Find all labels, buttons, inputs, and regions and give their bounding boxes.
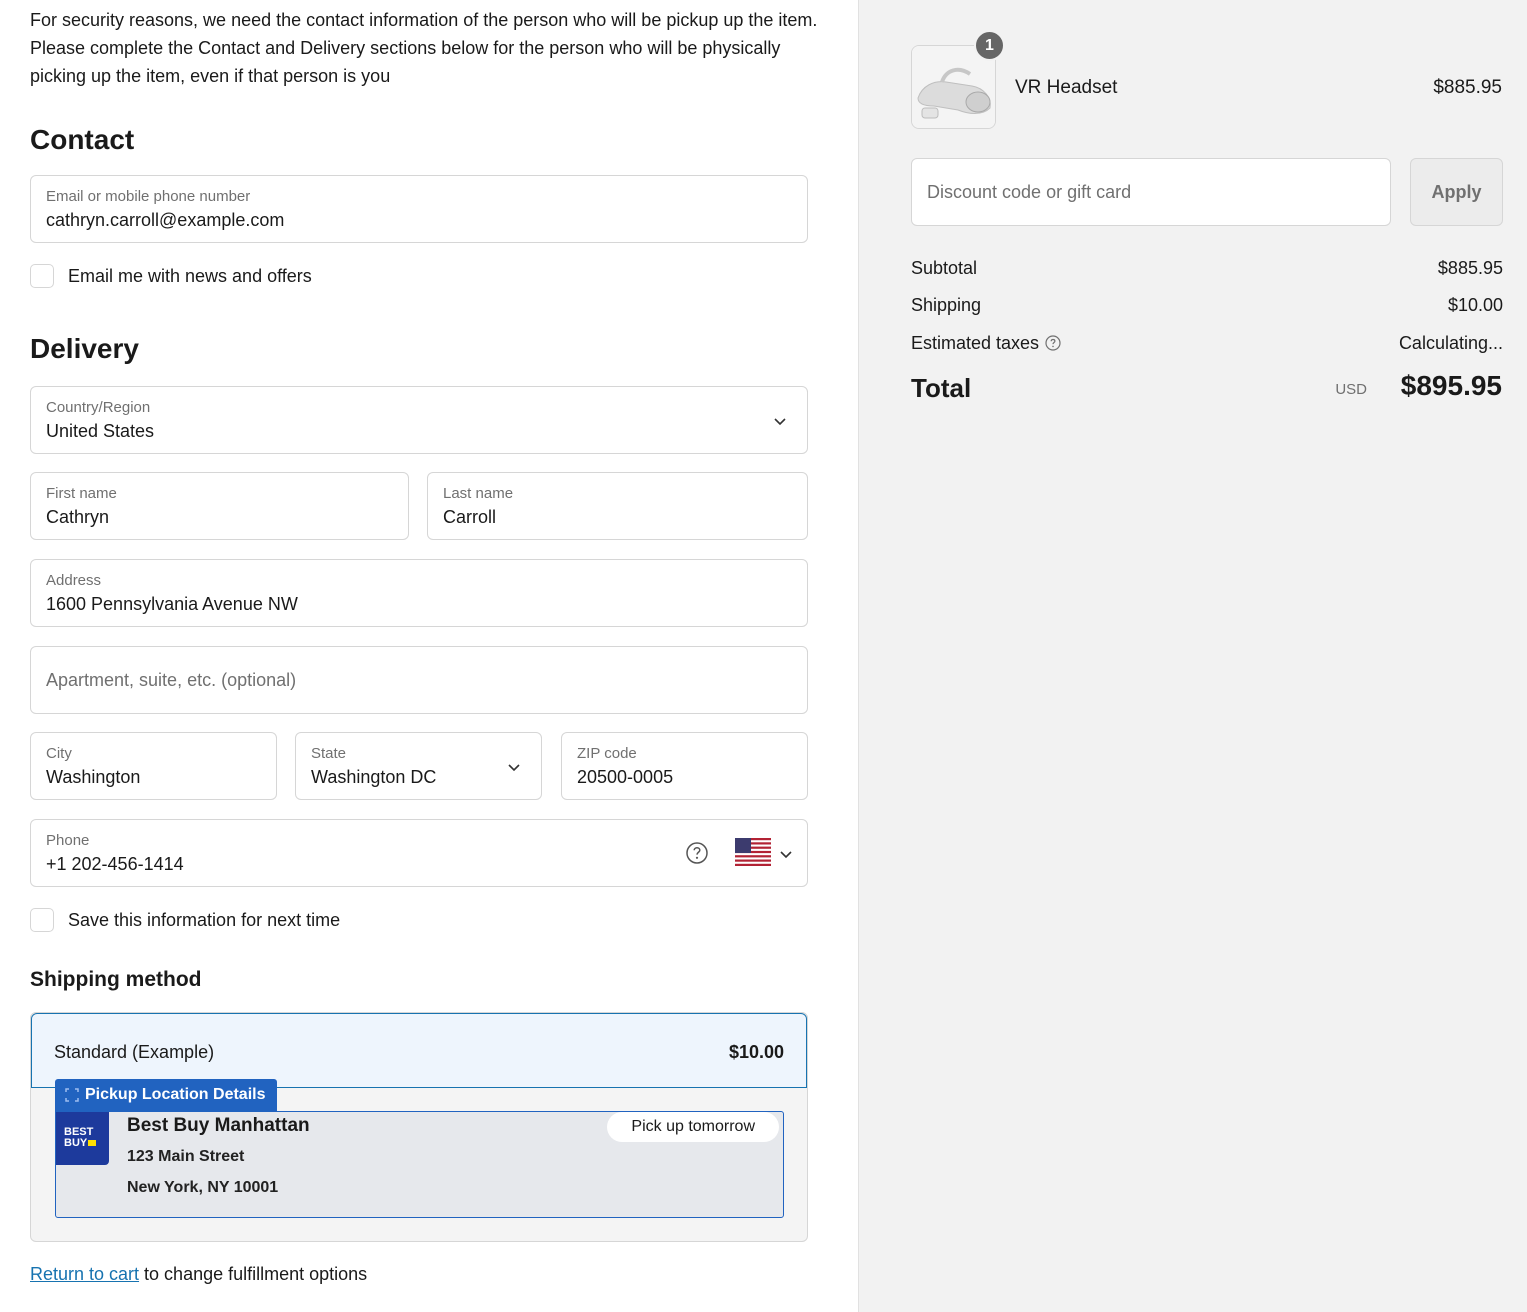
checkout-form-panel: For security reasons, we need the contac… (0, 0, 858, 1312)
shipping-option-standard[interactable]: Standard (Example) $10.00 (31, 1013, 807, 1088)
chevron-down-icon (507, 760, 521, 774)
apartment-placeholder: Apartment, suite, etc. (optional) (46, 670, 297, 690)
zip-value: 20500-0005 (577, 767, 674, 787)
first-name-field[interactable]: First name Cathryn (30, 472, 409, 540)
apartment-field[interactable]: Apartment, suite, etc. (optional) (30, 646, 808, 714)
delivery-heading: Delivery (30, 333, 139, 364)
shipping-value: $10.00 (1447, 295, 1503, 315)
return-to-cart-link[interactable]: Return to cart (30, 1264, 139, 1284)
shipping-option-price: $10.00 (728, 1042, 784, 1062)
phone-label: Phone (46, 832, 90, 849)
taxes-label: Estimated taxes (911, 333, 1040, 353)
total-currency: USD (1335, 381, 1367, 398)
discount-input[interactable] (912, 159, 1390, 225)
address-field[interactable]: Address 1600 Pennsylvania Avenue NW (30, 559, 808, 627)
country-select[interactable]: Country/Region United States (30, 386, 808, 454)
shipping-label: Shipping (911, 295, 982, 315)
subtotal-value: $885.95 (1437, 258, 1503, 278)
product-price: $885.95 (1433, 77, 1502, 98)
city-label: City (46, 745, 72, 762)
pickup-location-tag: Pickup Location Details (55, 1079, 278, 1111)
state-select[interactable]: State Washington DC (295, 732, 542, 800)
store-street: 123 Main Street (127, 1148, 245, 1165)
security-notice: For security reasons, we need the contac… (30, 10, 818, 86)
phone-field[interactable]: Phone +1 202-456-1414 (30, 819, 808, 887)
order-summary-panel: 1 VR Headset $885.95 Apply Subtotal $885… (858, 0, 1527, 1312)
save-info-checkbox[interactable] (30, 908, 54, 932)
country-select-value: United States (46, 421, 155, 441)
last-name-label: Last name (443, 485, 514, 502)
newsletter-checkbox[interactable] (30, 264, 54, 288)
chevron-down-icon[interactable] (779, 847, 793, 861)
product-name: VR Headset (1015, 77, 1118, 98)
expand-icon (65, 1088, 79, 1102)
subtotal-label: Subtotal (911, 258, 978, 278)
apply-button[interactable]: Apply (1410, 158, 1503, 226)
phone-value: +1 202-456-1414 (46, 854, 184, 874)
pickup-time-badge: Pick up tomorrow (607, 1112, 779, 1142)
help-icon[interactable] (685, 841, 709, 865)
first-name-value: Cathryn (46, 507, 110, 527)
newsletter-checkbox-row[interactable]: Email me with news and offers (30, 264, 312, 288)
pickup-location-tag-label: Pickup Location Details (85, 1086, 266, 1103)
total-value: $895.95 (1400, 370, 1502, 401)
shipping-method-box: Standard (Example) $10.00 Pickup Locatio… (30, 1012, 808, 1242)
taxes-label-wrap: Estimated taxes (911, 333, 1061, 354)
email-field-value: cathryn.carroll@example.com (46, 210, 285, 230)
zip-label: ZIP code (577, 745, 637, 762)
state-label: State (311, 745, 347, 762)
store-city: New York, NY 10001 (127, 1179, 279, 1196)
help-icon[interactable] (1045, 335, 1061, 351)
best-buy-logo: BEST BUY (56, 1112, 109, 1165)
quantity-badge: 1 (974, 30, 1005, 61)
total-label: Total (911, 373, 972, 403)
contact-heading: Contact (30, 124, 135, 155)
store-name: Best Buy Manhattan (127, 1115, 310, 1136)
chevron-down-icon (773, 414, 787, 428)
return-to-cart-line: Return to cart to change fulfillment opt… (30, 1264, 367, 1285)
address-label: Address (46, 572, 102, 589)
shipping-option-name: Standard (Example) (54, 1042, 215, 1062)
city-value: Washington (46, 767, 141, 787)
pickup-location-card: BEST BUY Best Buy Manhattan 123 Main Str… (55, 1111, 784, 1218)
email-field-label: Email or mobile phone number (46, 188, 251, 205)
return-to-cart-rest: to change fulfillment options (139, 1264, 368, 1284)
newsletter-checkbox-label: Email me with news and offers (68, 265, 312, 286)
country-select-label: Country/Region (46, 399, 151, 416)
save-info-checkbox-row[interactable]: Save this information for next time (30, 908, 340, 932)
taxes-value: Calculating... (1398, 333, 1503, 353)
city-field[interactable]: City Washington (30, 732, 277, 800)
us-flag-icon[interactable] (735, 838, 771, 866)
state-value: Washington DC (311, 767, 437, 787)
save-info-checkbox-label: Save this information for next time (68, 909, 341, 930)
address-value: 1600 Pennsylvania Avenue NW (46, 594, 298, 614)
email-field[interactable]: Email or mobile phone number cathryn.car… (30, 175, 808, 243)
best-buy-logo-line2: BUY (64, 1137, 88, 1149)
zip-field[interactable]: ZIP code 20500-0005 (561, 732, 808, 800)
shipping-method-heading: Shipping method (30, 968, 202, 991)
first-name-label: First name (46, 485, 117, 502)
last-name-field[interactable]: Last name Carroll (427, 472, 808, 540)
discount-field[interactable] (911, 158, 1391, 226)
last-name-value: Carroll (443, 507, 497, 527)
